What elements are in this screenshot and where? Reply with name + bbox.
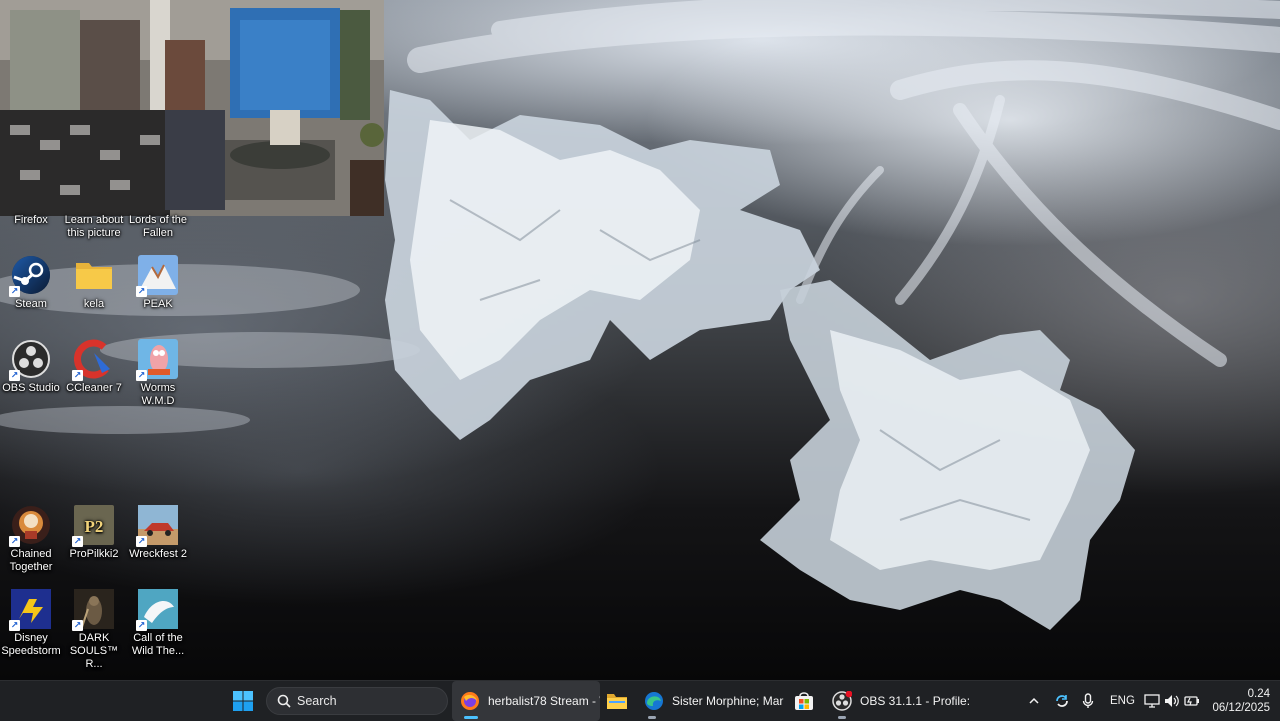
clock-date: 06/12/2025 xyxy=(1212,702,1270,714)
icon-label: Disney Speedstorm xyxy=(1,632,61,657)
desktop-icon-kela[interactable]: kela xyxy=(61,255,127,311)
desktop-icon-chained-together[interactable]: ↗ Chained Together xyxy=(0,505,64,574)
peak-game-icon: ↗ xyxy=(136,255,178,297)
windows-start-icon xyxy=(233,691,253,711)
show-hidden-icons-button[interactable] xyxy=(1028,681,1042,721)
desktop-icon-peak[interactable]: ↗ PEAK xyxy=(125,255,191,311)
store-icon xyxy=(794,691,814,711)
desktop-icon-steam[interactable]: ↗ Steam xyxy=(0,255,64,311)
tray-network-button[interactable] xyxy=(1144,681,1160,721)
icon-label: DARK SOULS™ R... xyxy=(69,632,119,670)
search-placeholder: Search xyxy=(297,694,337,708)
taskbar-app-store[interactable] xyxy=(794,681,818,721)
icon-label: kela xyxy=(83,298,105,310)
desktop-icon-lords-of-the-fallen-label[interactable]: Lords of the Fallen xyxy=(125,214,191,240)
wreckfest2-icon: ↗ xyxy=(136,505,178,547)
desktop-icon-dark-souls[interactable]: ↗ DARK SOULS™ R... xyxy=(61,589,127,671)
obs-icon xyxy=(832,690,853,711)
desktop-icon-learn-about-picture-label[interactable]: Learn about this picture xyxy=(61,214,127,240)
propilkki2-icon: P2 ↗ xyxy=(72,505,114,547)
icon-label: Lords of the Fallen xyxy=(128,214,188,239)
dark-souls-icon: ↗ xyxy=(72,589,114,631)
taskbar-app-label: herbalist78 Stream - Wa xyxy=(488,694,600,708)
desktop-icon-obs-studio[interactable]: ↗ OBS Studio xyxy=(0,339,64,395)
firefox-icon xyxy=(460,691,480,711)
ccleaner-icon: ↗ xyxy=(72,339,114,381)
volume-icon xyxy=(1165,695,1179,707)
start-button[interactable] xyxy=(232,681,258,721)
tray-power-button[interactable] xyxy=(1184,681,1200,721)
input-language-button[interactable]: ENG xyxy=(1110,681,1135,721)
tray-microphone-button[interactable] xyxy=(1082,681,1096,721)
obs-icon: ↗ xyxy=(9,339,51,381)
desktop-icon-call-of-the-wild[interactable]: ↗ Call of the Wild The... xyxy=(125,589,191,658)
folder-icon xyxy=(74,255,114,295)
icon-label: Chained Together xyxy=(9,548,53,573)
desktop-icon-ccleaner[interactable]: ↗ CCleaner 7 xyxy=(61,339,127,395)
search-icon xyxy=(277,694,291,708)
icon-label: ProPilkki2 xyxy=(69,548,119,560)
edge-browser-icon xyxy=(644,691,664,711)
icon-label: OBS Studio xyxy=(2,382,60,394)
active-indicator xyxy=(464,716,478,719)
desktop-icon-firefox-label[interactable]: Firefox xyxy=(0,214,64,227)
taskbar-app-label: OBS 31.1.1 - Profile: Unti xyxy=(860,694,972,708)
icon-label: Wreckfest 2 xyxy=(129,548,187,560)
taskbar-app-label: Sister Morphine; Marian xyxy=(672,694,784,708)
chained-together-icon: ↗ xyxy=(9,505,51,547)
steam-icon: ↗ xyxy=(9,255,51,297)
clock-time: 0.24 xyxy=(1247,688,1270,700)
icon-label: Learn about this picture xyxy=(64,214,124,239)
tray-volume-button[interactable] xyxy=(1164,681,1180,721)
icon-label: Firefox xyxy=(14,214,48,226)
desktop-icon-propilkki2[interactable]: P2 ↗ ProPilkki2 xyxy=(61,505,127,561)
taskbar-app-firefox[interactable]: herbalist78 Stream - Wa xyxy=(452,681,600,721)
call-of-the-wild-icon: ↗ xyxy=(136,589,178,631)
microphone-icon xyxy=(1082,693,1094,708)
taskbar: Search herbalist78 Stream - Wa Sister Mo… xyxy=(0,680,1280,721)
running-indicator xyxy=(648,716,656,719)
worms-icon: ↗ xyxy=(136,339,178,381)
webcam-room-image xyxy=(0,0,384,216)
taskbar-app-file-explorer[interactable] xyxy=(606,681,632,721)
disney-speedstorm-icon: ↗ xyxy=(9,589,51,631)
tray-clock[interactable]: 0.24 06/12/2025 xyxy=(1206,681,1270,721)
language-indicator: ENG xyxy=(1110,695,1135,707)
network-icon xyxy=(1144,694,1160,708)
tray-sync-button[interactable] xyxy=(1054,681,1070,721)
search-box[interactable]: Search xyxy=(266,687,448,715)
chevron-up-icon xyxy=(1029,697,1039,704)
taskbar-app-obs[interactable]: OBS 31.1.1 - Profile: Unti xyxy=(832,681,972,721)
sync-icon xyxy=(1056,695,1068,707)
icon-label: Worms W.M.D xyxy=(140,382,176,407)
battery-plug-icon xyxy=(1184,696,1199,706)
icon-label: Call of the Wild The... xyxy=(131,632,185,657)
icon-label: PEAK xyxy=(143,298,173,310)
svg-text:P2: P2 xyxy=(85,517,104,536)
desktop-icon-worms[interactable]: ↗ Worms W.M.D xyxy=(125,339,191,408)
icon-label: CCleaner 7 xyxy=(66,382,122,394)
taskbar-app-edge[interactable]: Sister Morphine; Marian xyxy=(644,681,784,721)
running-indicator xyxy=(838,716,846,719)
icon-label: Steam xyxy=(15,298,47,310)
webcam-overlay xyxy=(0,0,384,216)
file-explorer-icon xyxy=(606,691,627,711)
desktop-icon-disney-speedstorm[interactable]: ↗ Disney Speedstorm xyxy=(0,589,64,658)
desktop-icon-wreckfest2[interactable]: ↗ Wreckfest 2 xyxy=(125,505,191,561)
